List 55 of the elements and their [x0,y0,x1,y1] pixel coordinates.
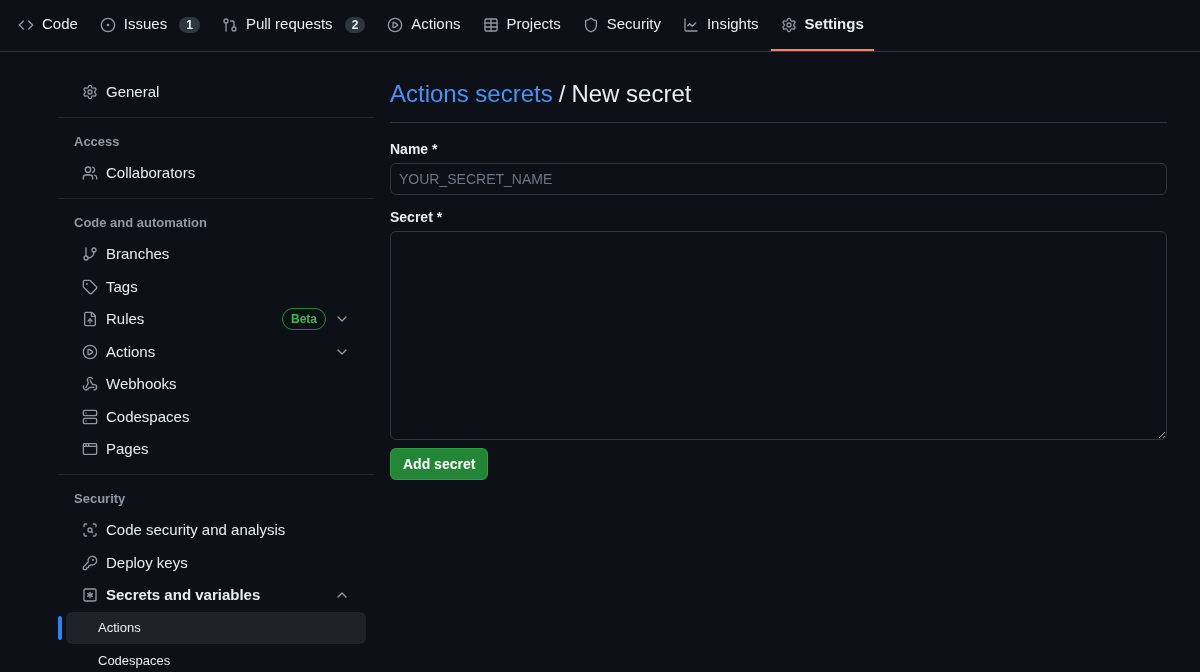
server-icon [82,408,98,425]
sidebar-heading: Code and automation [73,213,208,232]
asterisk-icon [82,587,98,604]
field-label: Secret * [390,208,444,227]
sidebar-subitem[interactable]: Codespaces [66,644,366,672]
window-icon [82,441,98,458]
nav-tab[interactable]: Issues 1 [89,0,210,51]
nav-tab[interactable]: Insights [672,0,769,51]
sidebar-item[interactable]: Secrets and variables [66,579,366,612]
sidebar-item[interactable]: General [66,76,366,109]
name-input-field[interactable]: YOUR_SECRET_NAME [390,163,1167,195]
nav-tab[interactable]: Pull requests 2 [211,0,376,51]
breadcrumb-separator: / [558,79,566,109]
play-icon [82,343,98,360]
settings-icon [780,16,797,33]
sidebar-heading: Security [73,489,127,508]
tag-icon [82,278,98,295]
add-secret-button[interactable]: Add secret [390,448,489,480]
nav-tab[interactable]: Settings [770,0,874,51]
field-label: Name * [390,140,439,159]
secret-textarea[interactable] [390,231,1167,440]
sidebar-item[interactable]: Collaborators [66,157,366,190]
sidebar-item[interactable]: Actions [66,335,366,368]
circle-dot-icon [99,16,116,33]
sidebar-item[interactable]: Code security and analysis [66,514,366,547]
sidebar-item[interactable]: Webhooks [66,368,366,401]
sidebar-item[interactable]: Tags [66,270,366,303]
key-icon [82,554,98,571]
branch-icon [82,246,98,263]
sidebar-item[interactable]: Codespaces [66,400,366,433]
sidebar-item[interactable]: Deploy keys [66,546,366,579]
page-title: New secret [571,79,692,109]
sidebar-subitem[interactable]: Actions [66,611,366,644]
webhook-icon [82,376,98,393]
file-upload-icon [82,311,98,328]
sidebar-item[interactable]: Branches [66,238,366,271]
pull-request-icon [221,16,238,33]
count-badge: 1 [179,16,200,33]
graph-icon [682,16,699,33]
nav-tab[interactable]: Code [8,0,88,51]
settings-icon [82,84,98,101]
sidebar-item[interactable]: Pages [66,433,366,466]
nav-tab[interactable]: Security [572,0,671,51]
table-icon [482,16,499,33]
scan-code-icon [82,522,98,539]
selection-bar [58,615,62,640]
play-icon [387,16,404,33]
breadcrumb-link[interactable]: Actions secrets [390,76,553,112]
shield-icon [582,16,599,33]
sidebar-heading: Access [73,132,121,151]
count-badge: 2 [344,16,366,33]
people-icon [82,165,98,182]
nav-tab[interactable]: Actions [377,0,471,51]
nav-tab[interactable]: Projects [472,0,571,51]
sidebar-item[interactable]: Rules Beta [66,303,366,336]
